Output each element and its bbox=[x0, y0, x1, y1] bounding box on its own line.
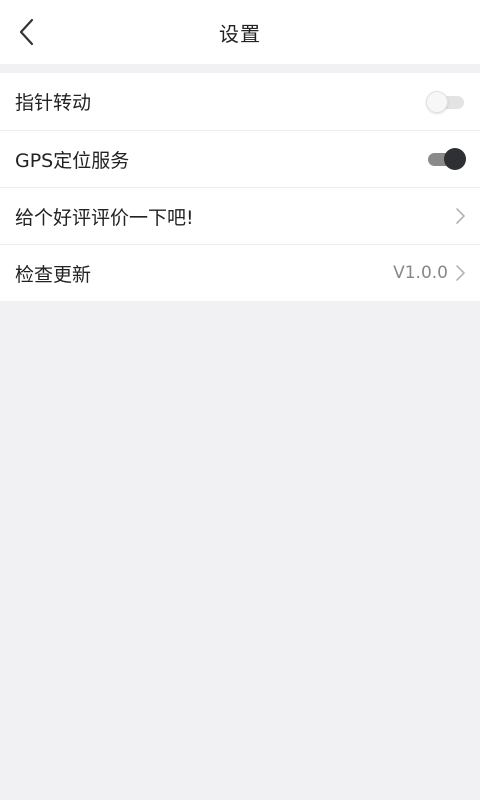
pointer-rotation-toggle[interactable] bbox=[426, 89, 466, 115]
setting-row-gps-service: GPS定位服务 bbox=[0, 130, 480, 187]
setting-row-check-update[interactable]: 检查更新 V1.0.0 bbox=[0, 244, 480, 301]
back-button[interactable] bbox=[8, 14, 44, 50]
version-value: V1.0.0 bbox=[393, 263, 448, 283]
gps-service-toggle[interactable] bbox=[426, 146, 466, 172]
section-gap bbox=[0, 64, 480, 73]
check-update-label: 检查更新 bbox=[15, 263, 92, 286]
setting-row-pointer-rotation: 指针转动 bbox=[0, 73, 480, 130]
chevron-left-icon bbox=[19, 18, 34, 46]
setting-row-rate-app[interactable]: 给个好评评价一下吧! bbox=[0, 187, 480, 244]
rate-app-label: 给个好评评价一下吧! bbox=[15, 206, 194, 229]
chevron-right-icon bbox=[454, 207, 466, 225]
settings-list: 指针转动 GPS定位服务 给个好评评价一下吧! 检查更新 V1.0.0 bbox=[0, 73, 480, 301]
chevron-right-icon bbox=[454, 264, 466, 282]
gps-service-label: GPS定位服务 bbox=[15, 149, 130, 172]
pointer-rotation-label: 指针转动 bbox=[15, 92, 92, 114]
top-nav-bar: 设置 bbox=[0, 0, 480, 64]
page-title: 设置 bbox=[219, 21, 261, 46]
toggle-knob bbox=[426, 90, 448, 113]
toggle-knob bbox=[444, 148, 466, 170]
